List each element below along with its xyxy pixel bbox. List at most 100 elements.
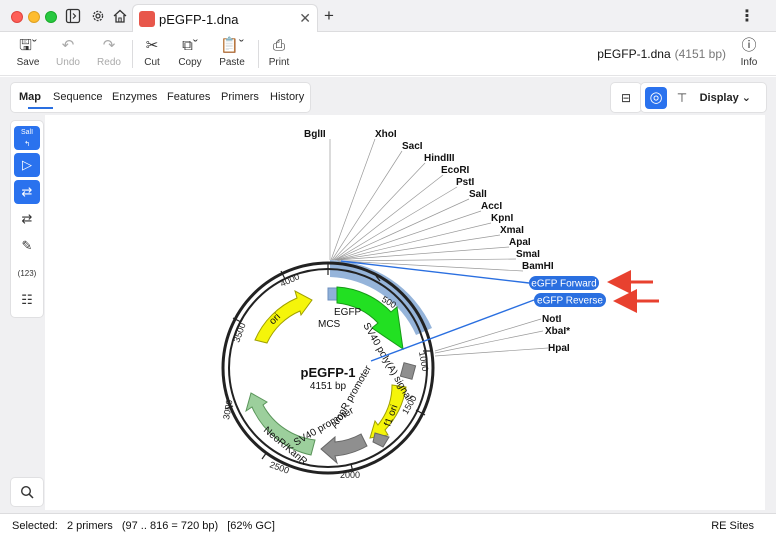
primer-forward-badge[interactable]: eGFP Forward <box>529 276 599 290</box>
info-icon: ⓘ <box>741 37 757 54</box>
sidebar-toggle-icon[interactable] <box>65 8 81 24</box>
document-name: pEGFP-1.dna <box>597 47 671 61</box>
re-sites-button[interactable]: RE Sites <box>711 520 754 532</box>
site-noti[interactable]: NotI <box>542 314 562 325</box>
document-length: (4151 bp) <box>674 47 726 61</box>
site-sali[interactable]: SalI <box>469 189 487 200</box>
toolbar: 🖫ˇ Save ↶ Undo ↷ Redo ✂ Cut ⧉ˇ Copy 📋ˇ P… <box>0 32 776 76</box>
info-button[interactable]: ⓘ Info <box>728 36 770 72</box>
site-hindiii[interactable]: HindIII <box>424 153 455 164</box>
more-menu-icon[interactable]: ⋮ <box>739 6 755 26</box>
plasmid-map-canvas[interactable]: 500 1000 1500 2000 2500 3000 3500 4000 E… <box>45 115 765 510</box>
brush-icon[interactable]: ✎ <box>14 234 40 258</box>
gear-icon[interactable] <box>90 8 106 24</box>
print-button[interactable]: ⎙ Print <box>258 36 300 72</box>
site-ecori[interactable]: EcoRI <box>441 165 470 176</box>
info-label: Info <box>740 57 758 68</box>
search-icon <box>20 485 34 499</box>
display-controls: ◎ ⊤ Display ⌄ <box>641 83 766 112</box>
copy-icon: ⧉ˇ <box>182 37 198 54</box>
print-label: Print <box>268 57 290 68</box>
minimize-window-button[interactable] <box>28 11 40 23</box>
paste-button[interactable]: 📋ˇ Paste <box>211 36 253 72</box>
tab-map[interactable]: Map <box>19 91 41 103</box>
close-window-button[interactable] <box>11 11 23 23</box>
cut-button[interactable]: ✂ Cut <box>131 36 173 72</box>
redo-icon: ↷ <box>102 37 116 54</box>
site-kpni[interactable]: KpnI <box>491 213 513 224</box>
text-list-icon[interactable]: ☷ <box>14 288 40 312</box>
status-bar: Selected: 2 primers (97 .. 816 = 720 bp)… <box>0 513 776 547</box>
enzyme-tool-button[interactable]: SalI ↰ <box>14 126 40 150</box>
circular-map-icon[interactable]: ◎ <box>645 87 667 109</box>
site-saci[interactable]: SacI <box>402 141 423 152</box>
cut-label: Cut <box>144 57 160 68</box>
printer-icon: ⎙ <box>272 37 285 54</box>
tab-primers[interactable]: Primers <box>221 91 259 103</box>
tab-history[interactable]: History <box>270 91 304 103</box>
linear-map-icon[interactable]: ⊟ <box>615 87 637 109</box>
undo-icon: ↶ <box>61 37 75 54</box>
plasmid-map-svg[interactable]: 500 1000 1500 2000 2500 3000 3500 4000 E… <box>45 115 765 510</box>
selected-value: 2 primers <box>66 520 113 532</box>
gc-content: [62% GC] <box>227 520 275 532</box>
site-smai[interactable]: SmaI <box>516 249 540 260</box>
tick-label-2500: 2500 <box>268 459 290 475</box>
app-logo-icon <box>139 11 155 27</box>
close-tab-icon[interactable]: ✕ <box>299 10 311 27</box>
site-bglii[interactable]: BglII <box>304 129 326 140</box>
active-tab-indicator <box>28 107 53 109</box>
mcs-label: MCS <box>318 319 341 330</box>
undo-button[interactable]: ↶ Undo <box>47 36 89 72</box>
tick-label-3000: 3000 <box>221 399 234 420</box>
save-icon: 🖫ˇ <box>19 37 37 54</box>
save-label: Save <box>16 57 40 68</box>
site-apai[interactable]: ApaI <box>509 237 531 248</box>
redo-button[interactable]: ↷ Redo <box>88 36 130 72</box>
display-label: Display <box>699 92 739 104</box>
copy-label: Copy <box>178 57 202 68</box>
document-tab[interactable]: pEGFP-1.dna ✕ <box>132 4 318 32</box>
primer-forward-label: eGFP Forward <box>531 279 596 290</box>
selected-range: (97 .. 816 = 720 bp) <box>121 520 219 532</box>
sv40-promoter-feature[interactable] <box>320 433 368 465</box>
tab-sequence[interactable]: Sequence <box>53 91 103 103</box>
home-icon[interactable] <box>112 8 128 24</box>
document-info: pEGFP-1.dna (4151 bp) <box>597 47 726 61</box>
save-button[interactable]: 🖫ˇ Save <box>7 36 49 72</box>
numbering-button[interactable]: (123) <box>14 262 40 286</box>
egfp-label: EGFP <box>334 307 362 318</box>
copy-button[interactable]: ⧉ˇ Copy <box>169 36 211 72</box>
scissors-icon: ✂ <box>145 37 159 54</box>
site-xmai[interactable]: XmaI <box>500 225 524 236</box>
site-bamhi[interactable]: BamHI <box>522 261 554 272</box>
linear-view-control: ⊟ <box>611 83 641 112</box>
site-xbai[interactable]: XbaI* <box>545 326 570 337</box>
primer-reverse-badge[interactable]: eGFP Reverse <box>534 293 606 307</box>
tab-enzymes[interactable]: Enzymes <box>112 91 157 103</box>
site-psti[interactable]: PstI <box>456 177 475 188</box>
plasmid-length: 4151 bp <box>310 381 347 392</box>
view-tabs: Map Sequence Enzymes Features Primers Hi… <box>11 83 310 112</box>
ruler-icon[interactable]: ⊤ <box>671 87 693 109</box>
selection-status: Selected: 2 primers (97 .. 816 = 720 bp)… <box>12 520 281 532</box>
zoom-search-button[interactable] <box>11 478 43 506</box>
site-acci[interactable]: AccI <box>481 201 502 212</box>
primer-reverse-label: eGFP Reverse <box>537 296 603 307</box>
ori-feature[interactable] <box>254 290 313 344</box>
zoom-window-button[interactable] <box>45 11 57 23</box>
site-xhoi[interactable]: XhoI <box>375 129 397 140</box>
plasmid-name: pEGFP-1 <box>301 365 356 380</box>
paste-label: Paste <box>219 57 245 68</box>
title-tab-bar: pEGFP-1.dna ✕ + ⋮ <box>0 0 776 32</box>
tick-label-1000: 1000 <box>417 351 430 372</box>
new-tab-button[interactable]: + <box>324 6 334 26</box>
tab-features[interactable]: Features <box>167 91 210 103</box>
primer-tool-icon[interactable]: ⇄ <box>14 180 40 204</box>
display-dropdown[interactable]: Display ⌄ <box>700 91 751 104</box>
undo-label: Undo <box>56 57 80 68</box>
site-hpai[interactable]: HpaI <box>548 343 570 354</box>
feature-tool-icon[interactable]: ▷ <box>14 153 40 177</box>
orf-tool-icon[interactable]: ⇄ <box>14 207 40 231</box>
redo-label: Redo <box>97 57 121 68</box>
